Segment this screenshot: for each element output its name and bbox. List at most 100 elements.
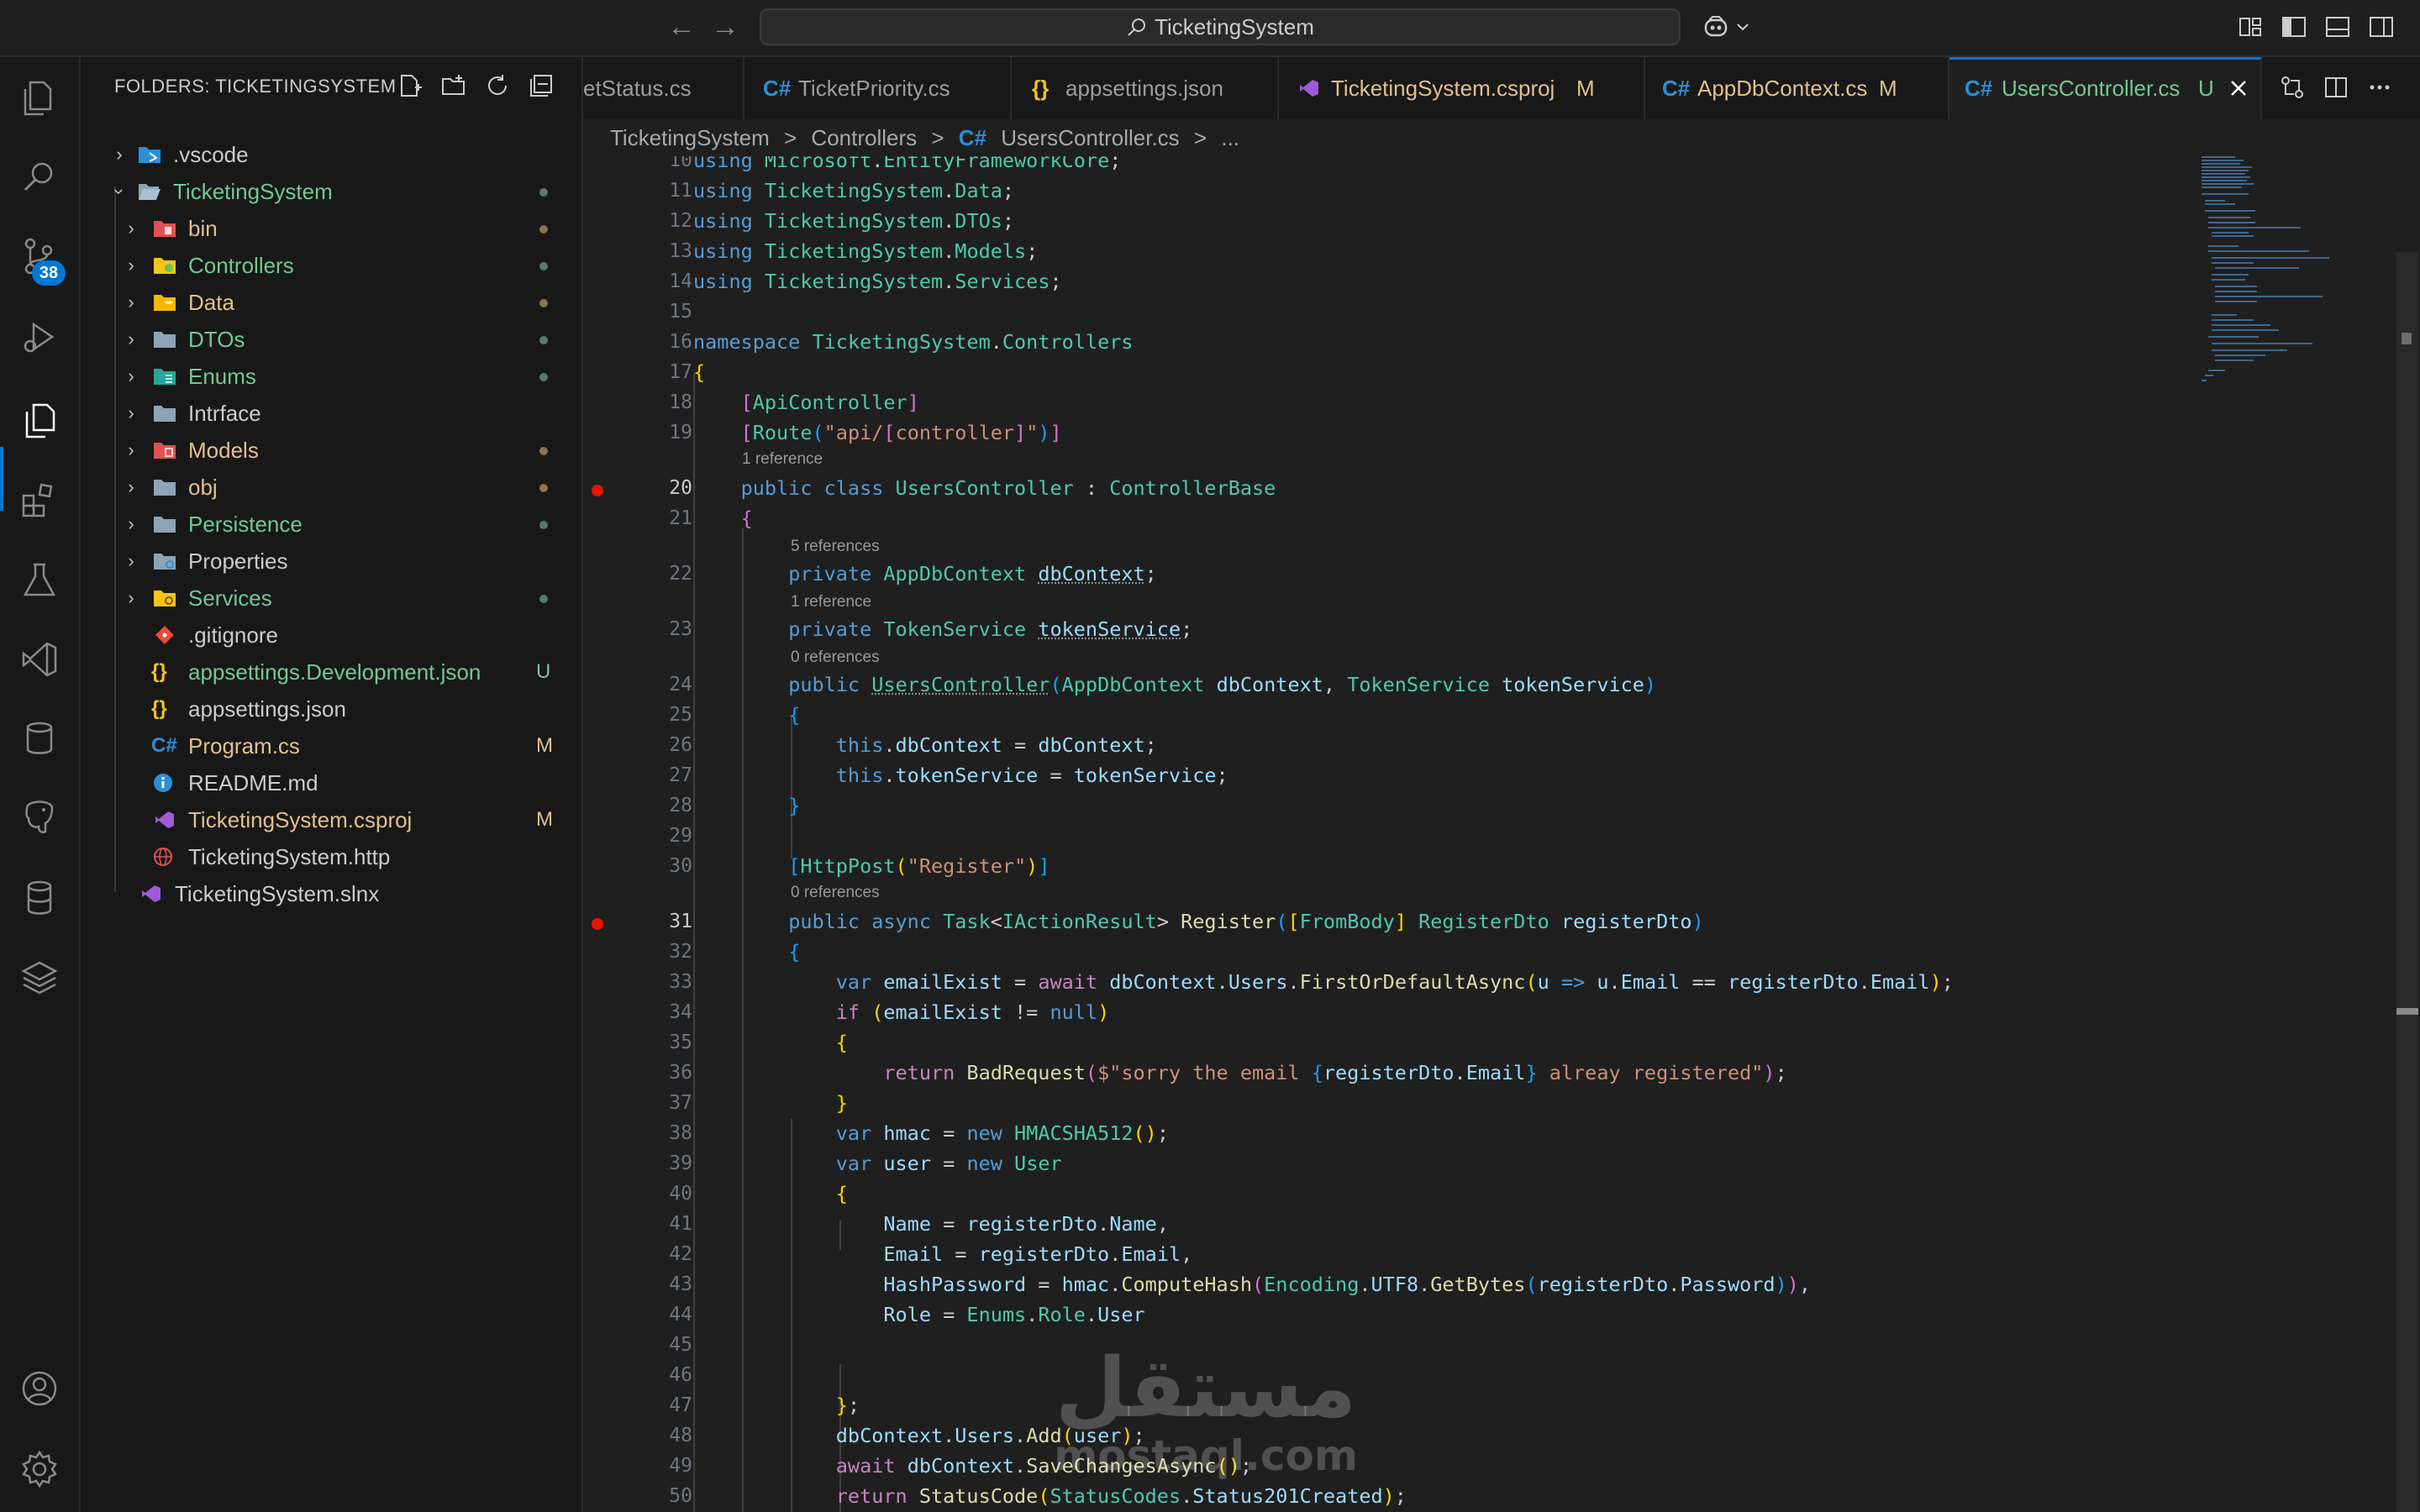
toggle-primary-sidebar-icon[interactable] bbox=[2281, 13, 2307, 40]
json-file-icon: {} bbox=[151, 660, 167, 683]
tab-ticketstatus[interactable]: etStatus.cs bbox=[583, 57, 744, 119]
tree-item-controllers[interactable]: › Controllers bbox=[81, 247, 581, 284]
line-number: 20 bbox=[669, 477, 692, 499]
tree-item-label: TicketingSystem.http bbox=[188, 844, 391, 869]
breadcrumb-item-file[interactable]: UsersController.cs bbox=[1001, 125, 1179, 150]
codelens-references[interactable]: 5 references bbox=[791, 538, 880, 556]
tab-label: etStatus.cs bbox=[583, 76, 692, 101]
tree-item-appsettings-development[interactable]: {} appsettings.Development.json U bbox=[81, 654, 581, 690]
customize-layout-icon[interactable] bbox=[2237, 13, 2264, 40]
open-changes-icon[interactable] bbox=[2279, 74, 2306, 101]
git-status-dot bbox=[539, 262, 548, 270]
tab-appdbcontext[interactable]: C# AppDbContext.cs M bbox=[1645, 57, 1949, 119]
database2-icon[interactable] bbox=[18, 877, 60, 919]
code-line: HashPassword = hmac.ComputeHash(Encoding… bbox=[883, 1273, 1812, 1296]
tree-item-ticketingsystem[interactable]: › TicketingSystem bbox=[81, 173, 581, 210]
tab-appsettings[interactable]: {} appsettings.json bbox=[1012, 57, 1279, 119]
collapse-all-icon[interactable] bbox=[528, 72, 555, 99]
breadcrumb-item-project[interactable]: TicketingSystem bbox=[610, 125, 770, 150]
git-status-dot bbox=[539, 225, 548, 234]
explorer-icon[interactable] bbox=[18, 77, 60, 119]
split-editor-icon[interactable] bbox=[2323, 74, 2349, 101]
tree-item-program-cs[interactable]: C# Program.cs M bbox=[81, 727, 581, 764]
extensions-icon[interactable] bbox=[18, 480, 60, 522]
line-number: 26 bbox=[669, 734, 692, 756]
tree-item-data[interactable]: › Data bbox=[81, 284, 581, 321]
tree-item-label: bin bbox=[188, 216, 218, 241]
new-folder-icon[interactable] bbox=[440, 72, 467, 99]
copilot-icon[interactable] bbox=[1702, 13, 1729, 40]
command-center-search[interactable]: TicketingSystem bbox=[760, 8, 1681, 45]
line-number: 36 bbox=[669, 1062, 692, 1084]
breadcrumb-item-folder[interactable]: Controllers bbox=[811, 125, 917, 150]
tree-item-enums[interactable]: › Enums bbox=[81, 358, 581, 395]
code-line: var hmac = new HMACSHA512(); bbox=[835, 1121, 1169, 1145]
tree-item-label: Persistence bbox=[188, 512, 302, 537]
code-line: Name = registerDto.Name, bbox=[883, 1212, 1169, 1236]
tree-item-obj[interactable]: › obj bbox=[81, 469, 581, 506]
settings-gear-icon[interactable] bbox=[18, 1448, 60, 1490]
codelens-references[interactable]: 1 reference bbox=[742, 450, 823, 469]
tree-item-gitignore[interactable]: .gitignore bbox=[81, 617, 581, 654]
tree-item-appsettings[interactable]: {} appsettings.json bbox=[81, 690, 581, 727]
line-number: 13 bbox=[669, 240, 692, 262]
line-number: 14 bbox=[669, 270, 692, 292]
codelens-references[interactable]: 0 references bbox=[791, 884, 880, 902]
tree-item-persistence[interactable]: › Persistence bbox=[81, 506, 581, 543]
git-untracked-flag: U bbox=[536, 660, 551, 683]
tree-item-intrface[interactable]: › Intrface bbox=[81, 395, 581, 432]
database-icon[interactable] bbox=[18, 717, 60, 759]
tree-item-label: Data bbox=[188, 290, 234, 315]
tab-userscontroller[interactable]: C# UsersController.cs U bbox=[1949, 57, 2262, 119]
svg-text:مستقل: مستقل bbox=[1055, 1341, 1356, 1436]
tree-item-readme[interactable]: README.md bbox=[81, 764, 581, 801]
testing-icon[interactable] bbox=[18, 559, 60, 601]
tree-item-properties[interactable]: › Properties bbox=[81, 543, 581, 580]
codelens-references[interactable]: 1 reference bbox=[791, 593, 871, 612]
search-icon[interactable] bbox=[18, 156, 60, 198]
explorer-header: FOLDERS: TICKETINGSYSTEM bbox=[114, 76, 397, 97]
editor-scrollbar[interactable] bbox=[2396, 252, 2418, 1512]
tree-item-services[interactable]: › Services bbox=[81, 580, 581, 617]
more-actions-icon[interactable] bbox=[2366, 74, 2393, 101]
tree-item-csproj[interactable]: TicketingSystem.csproj M bbox=[81, 801, 581, 838]
visual-studio-icon[interactable] bbox=[18, 638, 60, 680]
line-number: 38 bbox=[669, 1122, 692, 1144]
tab-csproj[interactable]: TicketingSystem.csproj M bbox=[1279, 57, 1645, 119]
codelens-references[interactable]: 0 references bbox=[791, 648, 880, 667]
tree-item-label: TicketingSystem bbox=[173, 179, 333, 204]
forward-arrow-icon[interactable]: → bbox=[711, 12, 739, 42]
tree-item-models[interactable]: › Models bbox=[81, 432, 581, 469]
code-line: [ApiController] bbox=[740, 391, 919, 414]
run-debug-icon[interactable] bbox=[18, 316, 60, 358]
tree-item-dtos[interactable]: › DTOs bbox=[81, 321, 581, 358]
minimap[interactable] bbox=[2200, 155, 2385, 407]
chevron-down-icon[interactable] bbox=[1734, 13, 1751, 40]
tree-item-slnx[interactable]: TicketingSystem.slnx bbox=[81, 875, 581, 912]
refresh-icon[interactable] bbox=[484, 72, 511, 99]
account-icon[interactable] bbox=[18, 1368, 60, 1410]
toggle-secondary-sidebar-icon[interactable] bbox=[2368, 13, 2395, 40]
new-file-icon[interactable] bbox=[397, 72, 424, 99]
tree-item-bin[interactable]: › bin bbox=[81, 210, 581, 247]
code-line: var emailExist = await dbContext.Users.F… bbox=[835, 970, 1954, 994]
toggle-panel-icon[interactable] bbox=[2324, 13, 2351, 40]
line-number: 35 bbox=[669, 1032, 692, 1053]
layers-icon[interactable] bbox=[18, 956, 60, 998]
line-number: 40 bbox=[669, 1183, 692, 1205]
scrollbar-cursor-marker bbox=[2396, 1008, 2418, 1015]
line-number: 29 bbox=[669, 825, 692, 847]
tree-item-vscode[interactable]: › .vscode bbox=[81, 136, 581, 173]
tab-label: TicketPriority.cs bbox=[798, 76, 950, 101]
code-line: this.tokenService = tokenService; bbox=[835, 764, 1228, 787]
close-icon[interactable] bbox=[2228, 78, 2249, 98]
explorer-files-icon[interactable] bbox=[18, 400, 60, 442]
tree-item-http[interactable]: TicketingSystem.http bbox=[81, 838, 581, 875]
code-editor[interactable]: 1 reference 5 references 1 reference 0 r… bbox=[583, 156, 2420, 1512]
breadcrumb-separator: > bbox=[784, 125, 797, 150]
postgres-icon[interactable] bbox=[18, 796, 60, 838]
breadcrumb-item-symbol[interactable]: ... bbox=[1221, 125, 1239, 150]
code-line: private TokenService tokenService; bbox=[788, 617, 1193, 641]
back-arrow-icon[interactable]: ← bbox=[667, 12, 696, 42]
tab-ticketpriority[interactable]: C# TicketPriority.cs bbox=[744, 57, 1012, 119]
